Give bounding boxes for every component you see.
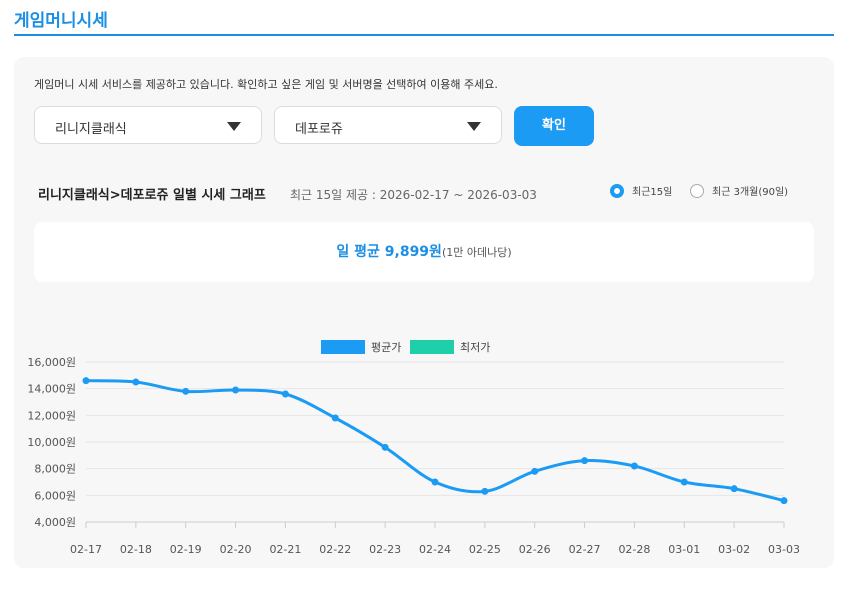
data-point[interactable] xyxy=(730,485,738,493)
y-tick-label: 8,000원 xyxy=(34,463,76,476)
x-tick-label: 03-01 xyxy=(668,543,700,556)
x-tick-label: 02-26 xyxy=(519,543,551,556)
data-point[interactable] xyxy=(481,487,489,495)
data-point[interactable] xyxy=(232,386,240,394)
x-tick-label: 02-20 xyxy=(220,543,252,556)
x-tick-label: 02-22 xyxy=(319,543,351,556)
y-tick-label: 4,000원 xyxy=(34,516,76,529)
data-point[interactable] xyxy=(581,457,589,465)
data-point[interactable] xyxy=(531,467,539,475)
data-point[interactable] xyxy=(381,443,389,451)
data-point[interactable] xyxy=(680,478,688,486)
x-tick-label: 02-17 xyxy=(70,543,102,556)
x-tick-label: 02-27 xyxy=(569,543,601,556)
x-tick-label: 02-25 xyxy=(469,543,501,556)
data-point[interactable] xyxy=(182,387,190,395)
x-tick-label: 02-28 xyxy=(618,543,650,556)
x-tick-label: 02-21 xyxy=(269,543,301,556)
price-line-chart: 4,000원 6,000원 8,000원 10,000원 12,000원 14,000원 1… xyxy=(27,356,800,556)
data-point[interactable] xyxy=(82,377,90,385)
x-tick-label: 03-03 xyxy=(768,543,800,556)
data-point[interactable] xyxy=(281,390,289,398)
x-tick-label: 02-18 xyxy=(120,543,152,556)
data-point[interactable] xyxy=(431,478,439,486)
data-point[interactable] xyxy=(630,462,638,470)
y-tick-label: 6,000원 xyxy=(34,489,76,502)
x-tick-label: 02-19 xyxy=(170,543,202,556)
y-tick-label: 10,000원 xyxy=(27,436,76,449)
data-point[interactable] xyxy=(132,378,140,386)
x-tick-label: 02-24 xyxy=(419,543,451,556)
x-tick-label: 03-02 xyxy=(718,543,750,556)
y-tick-label: 16,000원 xyxy=(27,356,76,369)
data-point[interactable] xyxy=(331,414,339,422)
y-tick-label: 12,000원 xyxy=(27,409,76,422)
x-tick-label: 02-23 xyxy=(369,543,401,556)
y-tick-label: 14,000원 xyxy=(27,383,76,396)
data-point[interactable] xyxy=(780,497,788,505)
